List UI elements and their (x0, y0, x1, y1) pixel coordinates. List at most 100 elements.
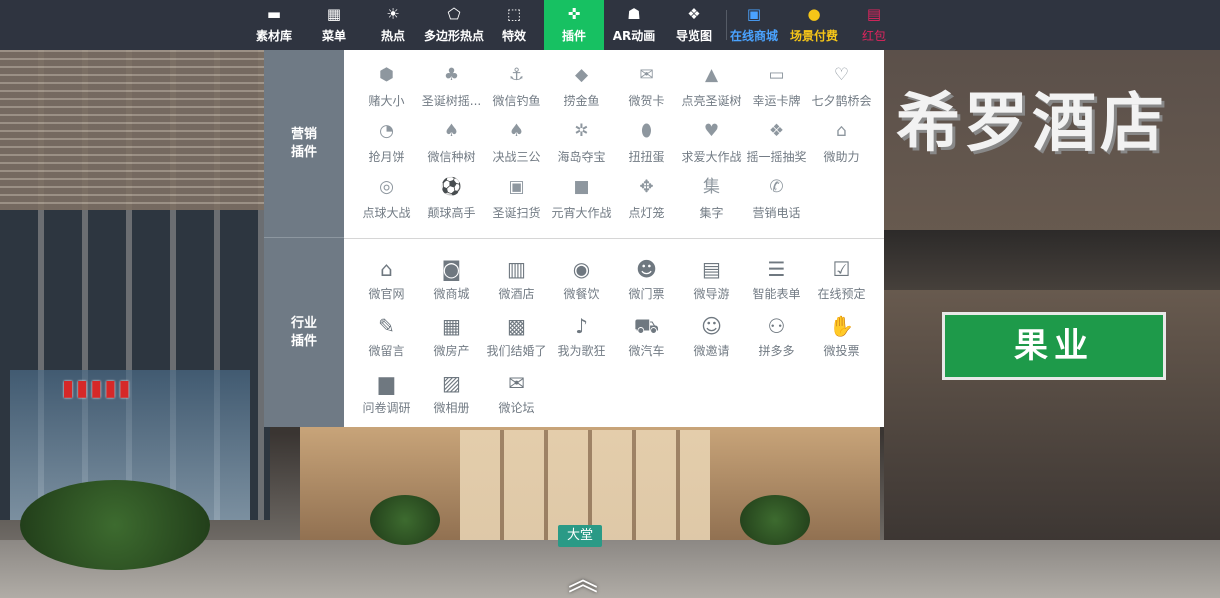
chat-bubbles-icon: ✉ (508, 371, 525, 395)
plugin-item[interactable]: ▭ 幸运卡牌 (744, 64, 809, 120)
plugin-panel: 营销 插件 ⬢ 赌大小 ♣ 圣诞树摇... ⚓ 微信钓鱼 ◆ 捞金鱼 ✉ 微贺卡 ▲ 点亮圣… (264, 50, 884, 427)
car-icon: ⛟ (633, 314, 660, 338)
hotel-sign: 希罗酒店 (896, 86, 1168, 161)
plugin-item[interactable]: ◎ 点球大战 (354, 176, 419, 232)
plugin-item[interactable]: ☻ 微门票 (614, 257, 679, 314)
plugin-item[interactable]: ♠ 微信种树 (419, 120, 484, 176)
folder-icon: ▬ (266, 5, 282, 23)
wedding-icon: ▩ (507, 314, 526, 338)
house-stack-icon: ▦ (442, 314, 461, 338)
calendar-check-icon: ☑ (832, 257, 851, 281)
bath-center-sign: ▮▮▮▮▮ (62, 376, 133, 401)
plugin-item[interactable]: ✉ 微贺卡 (614, 64, 679, 120)
plugin-item[interactable]: ⚇ 拼多多 (744, 314, 809, 371)
plugin-item[interactable]: ✋ 微投票 (809, 314, 874, 371)
toolbar-menu[interactable]: ▦ 菜单 (314, 0, 354, 50)
plugin-item[interactable]: ❖ 摇一摇抽奖 (744, 120, 809, 176)
toolbar-plugins[interactable]: ✜ 插件 (544, 0, 604, 50)
building-left-facade (0, 50, 270, 210)
plugin-item[interactable]: ✥ 点灯笼 (614, 176, 679, 232)
picture-icon: ▨ (442, 371, 461, 395)
handshake-icon: ❖ (768, 121, 785, 141)
plugin-item[interactable]: ✲ 海岛夺宝 (549, 120, 614, 176)
toolbar-guide-map[interactable]: ❖ 导览图 (672, 0, 716, 50)
dining-icon: ◉ (572, 257, 591, 281)
plugin-item[interactable]: ✆ 营销电话 (744, 176, 809, 232)
scene-tag[interactable]: 大堂 (558, 525, 602, 547)
toolbar-polygon-hotspot[interactable]: ⬠ 多边形热点 (420, 0, 488, 50)
hotel-canopy (884, 230, 1220, 290)
plugin-item[interactable]: ◔ 抢月饼 (354, 120, 419, 176)
marketing-plugins-section: 营销 插件 ⬢ 赌大小 ♣ 圣诞树摇... ⚓ 微信钓鱼 ◆ 捞金鱼 ✉ 微贺卡 ▲ 点亮圣… (264, 50, 884, 238)
dice-icon: ⬢ (379, 65, 394, 85)
toolbar-asset-library[interactable]: ▬ 素材库 (250, 0, 298, 50)
fruit-shop-sign: 果业 (942, 312, 1166, 380)
toolbar-effects[interactable]: ⬚ 特效 (494, 0, 534, 50)
plugin-item[interactable]: ◉ 微餐饮 (549, 257, 614, 314)
industry-plugins-label: 行业 插件 (264, 238, 344, 427)
map-book-icon: ❖ (687, 5, 701, 23)
shrub (20, 480, 210, 570)
industry-plugins-section: 行业 插件 ⌂ 微官网 ◙ 微商城 ▥ 微酒店 ◉ 微餐饮 ☻ 微门票 ▤ 微导游 ☰ 智能表… (264, 238, 884, 427)
ar-icon: ☗ (627, 5, 641, 23)
red-envelope-icon: ▤ (866, 5, 882, 23)
plugin-item[interactable]: ▩ 我们结婚了 (484, 314, 549, 371)
plugin-item[interactable]: ☑ 在线预定 (809, 257, 874, 314)
plugin-item[interactable]: ♡ 七夕鹊桥会 (809, 64, 874, 120)
plugin-item[interactable]: ▣ 圣诞扫货 (484, 176, 549, 232)
plugin-item[interactable]: ✉ 微论坛 (484, 371, 549, 428)
toolbar-divider (726, 10, 727, 40)
spade-icon: ♠ (508, 121, 525, 141)
plugin-item[interactable]: ♠ 决战三公 (484, 120, 549, 176)
building-icon: ▥ (507, 257, 526, 281)
id-card-icon: ▤ (702, 257, 721, 281)
shopping-bag-icon: ◙ (441, 257, 462, 281)
plugin-item[interactable]: ☰ 智能表单 (744, 257, 809, 314)
plugin-item[interactable]: ▨ 微相册 (419, 371, 484, 428)
double-chevron-up-icon[interactable]: ︽ (556, 566, 606, 598)
plugin-item[interactable]: ⌂ 微官网 (354, 257, 419, 314)
toolbar-hotspot[interactable]: ☀ 热点 (373, 0, 413, 50)
plugin-item[interactable]: ⌂ 微助力 (809, 120, 874, 176)
soccer-outline-icon: ◎ (379, 177, 394, 197)
plugin-item[interactable]: ⛟ 微汽车 (614, 314, 679, 371)
heart-pulse-icon: ♥ (703, 121, 720, 141)
plugin-item[interactable]: ▥ 微酒店 (484, 257, 549, 314)
plugin-item[interactable]: ⚓ 微信钓鱼 (484, 64, 549, 120)
person-ticket-icon: ☻ (636, 257, 657, 281)
gift-icon: ▣ (508, 177, 525, 197)
plugin-item[interactable]: ☺ 微邀请 (679, 314, 744, 371)
plugin-item[interactable]: ▆ 问卷调研 (354, 371, 419, 428)
plugin-item[interactable]: ▲ 点亮圣诞树 (679, 64, 744, 120)
home-heart-icon: ⌂ (836, 121, 847, 141)
envelope-icon: ✉ (639, 65, 654, 85)
top-toolbar: ▬ 素材库 ▦ 菜单 ☀ 热点 ⬠ 多边形热点 ⬚ 特效 ✜ 插件 ☗ AR动画… (0, 0, 1220, 50)
toolbar-online-store[interactable]: ▣ 在线商城 (728, 0, 780, 50)
plugin-item[interactable]: 集集字 (679, 176, 744, 232)
plugin-item[interactable]: ▤ 微导游 (679, 257, 744, 314)
palm-icon: ✲ (574, 121, 589, 141)
plugin-item[interactable]: ♪ 我为歌狂 (549, 314, 614, 371)
marketing-plugins-grid: ⬢ 赌大小 ♣ 圣诞树摇... ⚓ 微信钓鱼 ◆ 捞金鱼 ✉ 微贺卡 ▲ 点亮圣诞树 ▭ 幸运… (344, 50, 884, 238)
plugin-item[interactable]: ◆ 捞金鱼 (549, 64, 614, 120)
plugin-item[interactable]: ⬢ 赌大小 (354, 64, 419, 120)
plugin-item[interactable]: ⬮ 扭扭蛋 (614, 120, 679, 176)
edit-icon: ✎ (378, 314, 395, 338)
sparkle-cursor-icon: ⬚ (506, 5, 522, 23)
plugin-item[interactable]: ♥ 求爱大作战 (679, 120, 744, 176)
plugin-item[interactable]: ◙ 微商城 (419, 257, 484, 314)
marketing-plugins-label: 营销 插件 (264, 50, 344, 238)
toolbar-red-envelope[interactable]: ▤ 红包 (858, 0, 890, 50)
plugin-item[interactable]: ⚽ 颠球高手 (419, 176, 484, 232)
heartbeat-icon: ♡ (833, 65, 850, 85)
plugin-item[interactable]: ■ 元宵大作战 (549, 176, 614, 232)
plugin-item[interactable]: ✎ 微留言 (354, 314, 419, 371)
lantern-icon: ✥ (639, 177, 654, 197)
invite-user-icon: ☺ (701, 314, 722, 338)
shrub (740, 495, 810, 545)
toolbar-ar-animation[interactable]: ☗ AR动画 (610, 0, 658, 50)
plugin-item[interactable]: ♣ 圣诞树摇... (419, 64, 484, 120)
plugin-item[interactable]: ▦ 微房产 (419, 314, 484, 371)
phone-icon: ✆ (769, 177, 784, 197)
toolbar-scene-payment[interactable]: ● 场景付费 (788, 0, 840, 50)
